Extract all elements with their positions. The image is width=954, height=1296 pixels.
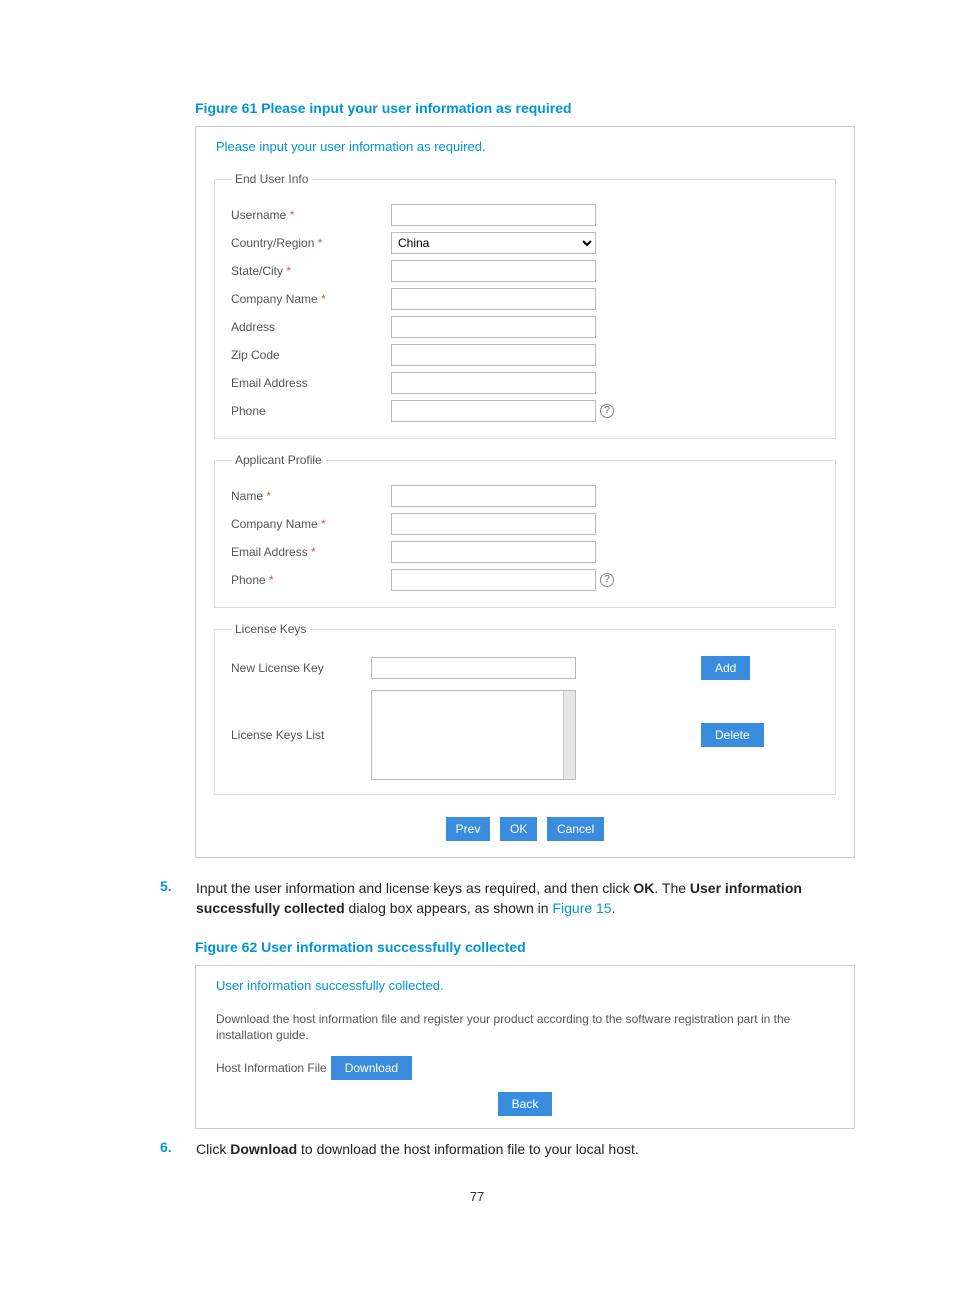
company-input[interactable] bbox=[391, 288, 596, 310]
listbox-scrollbar[interactable] bbox=[563, 691, 575, 779]
email-label: Email Address bbox=[231, 376, 391, 390]
statecity-label: State/City * bbox=[231, 264, 391, 278]
app-company-label: Company Name * bbox=[231, 517, 391, 531]
step-5: 5. Input the user information and licens… bbox=[160, 878, 864, 919]
end-user-info-fieldset: End User Info Username * Country/Region … bbox=[214, 172, 836, 439]
license-list-box[interactable] bbox=[371, 690, 576, 780]
delete-button[interactable]: Delete bbox=[701, 723, 764, 747]
download-button[interactable]: Download bbox=[331, 1056, 412, 1080]
app-email-label: Email Address * bbox=[231, 545, 391, 559]
step-6-number: 6. bbox=[160, 1139, 196, 1159]
panel2-title: User information successfully collected. bbox=[196, 966, 854, 1003]
address-input[interactable] bbox=[391, 316, 596, 338]
new-license-label: New License Key bbox=[231, 661, 371, 675]
applicant-legend: Applicant Profile bbox=[231, 453, 326, 467]
country-label: Country/Region * bbox=[231, 236, 391, 250]
back-button[interactable]: Back bbox=[498, 1092, 553, 1116]
statecity-input[interactable] bbox=[391, 260, 596, 282]
panel2-body-text: Download the host information file and r… bbox=[196, 1003, 854, 1051]
step-5-number: 5. bbox=[160, 878, 196, 919]
figure-62-caption: Figure 62 User information successfully … bbox=[195, 939, 864, 955]
username-label: Username * bbox=[231, 208, 391, 222]
phone-help-icon[interactable]: ? bbox=[600, 404, 614, 418]
zip-label: Zip Code bbox=[231, 348, 391, 362]
figure-61-caption: Figure 61 Please input your user informa… bbox=[195, 100, 864, 116]
applicant-profile-fieldset: Applicant Profile Name * Company Name * … bbox=[214, 453, 836, 608]
ok-button[interactable]: OK bbox=[500, 817, 537, 841]
address-label: Address bbox=[231, 320, 391, 334]
email-input[interactable] bbox=[391, 372, 596, 394]
figure-15-link[interactable]: Figure 15 bbox=[552, 900, 611, 916]
phone-input[interactable] bbox=[391, 400, 596, 422]
license-list-label: License Keys List bbox=[231, 728, 371, 742]
company-label: Company Name * bbox=[231, 292, 391, 306]
prev-button[interactable]: Prev bbox=[446, 817, 491, 841]
panel-button-bar: Prev OK Cancel bbox=[196, 809, 854, 857]
step-6-text: Click Download to download the host info… bbox=[196, 1139, 639, 1159]
license-legend: License Keys bbox=[231, 622, 310, 636]
panel-title: Please input your user information as re… bbox=[196, 127, 854, 164]
app-company-input[interactable] bbox=[391, 513, 596, 535]
cancel-button[interactable]: Cancel bbox=[547, 817, 604, 841]
country-select[interactable]: China bbox=[391, 232, 596, 254]
app-name-input[interactable] bbox=[391, 485, 596, 507]
user-info-panel: Please input your user information as re… bbox=[195, 126, 855, 858]
app-phone-label: Phone * bbox=[231, 573, 391, 587]
app-email-input[interactable] bbox=[391, 541, 596, 563]
zip-input[interactable] bbox=[391, 344, 596, 366]
new-license-input[interactable] bbox=[371, 657, 576, 679]
end-user-legend: End User Info bbox=[231, 172, 312, 186]
app-name-label: Name * bbox=[231, 489, 391, 503]
phone-label: Phone bbox=[231, 404, 391, 418]
username-input[interactable] bbox=[391, 204, 596, 226]
step-6: 6. Click Download to download the host i… bbox=[160, 1139, 864, 1159]
app-phone-help-icon[interactable]: ? bbox=[600, 573, 614, 587]
collected-panel: User information successfully collected.… bbox=[195, 965, 855, 1130]
page-number: 77 bbox=[90, 1189, 864, 1204]
host-file-label: Host Information File bbox=[216, 1061, 327, 1075]
add-button[interactable]: Add bbox=[701, 656, 750, 680]
license-keys-fieldset: License Keys New License Key Add License… bbox=[214, 622, 836, 795]
step-5-text: Input the user information and license k… bbox=[196, 878, 864, 919]
app-phone-input[interactable] bbox=[391, 569, 596, 591]
